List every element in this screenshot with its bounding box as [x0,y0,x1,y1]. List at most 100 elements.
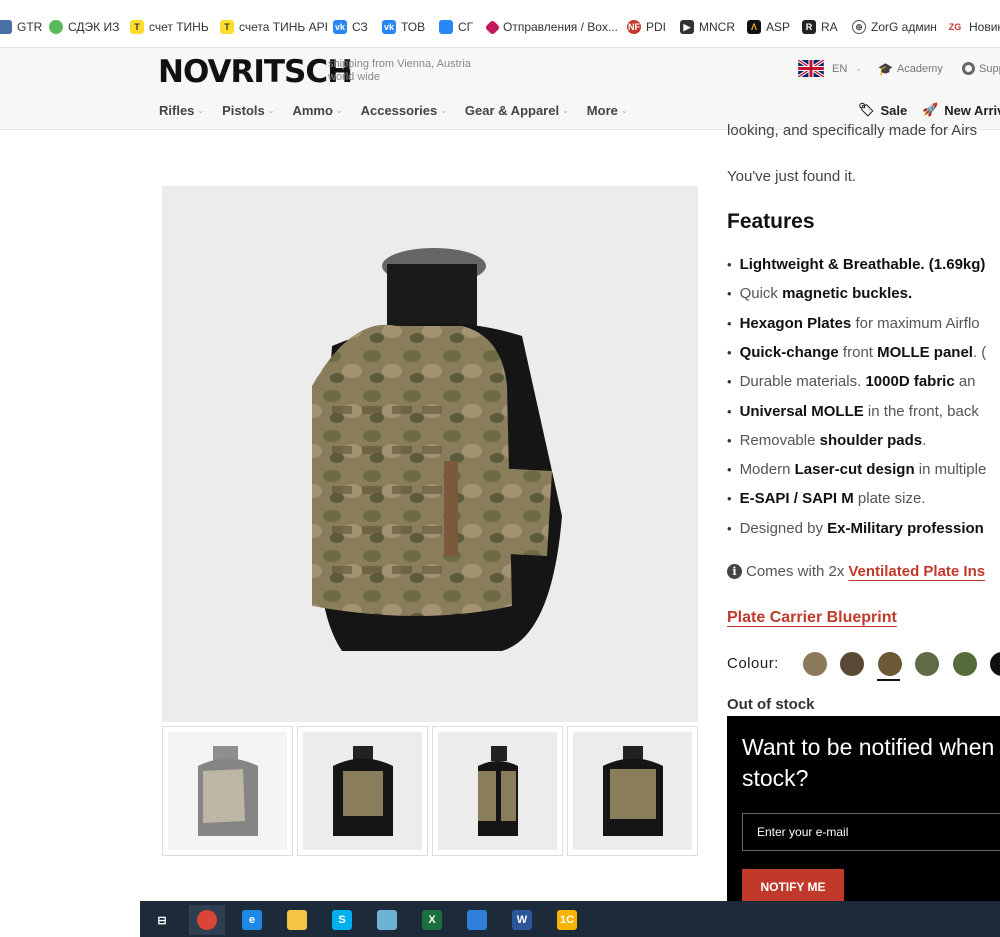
windows-taskbar: ⊟ e S X W 1С [140,901,1000,937]
bookmark-ra[interactable]: R RA [802,18,838,36]
bookmark-boxberry[interactable]: Отправления / Box... [484,18,618,36]
colour-swatch[interactable] [952,652,977,676]
ra-icon: R [802,20,816,34]
product-thumbnail[interactable] [162,726,293,856]
taskbar-button[interactable]: e [234,905,270,935]
feature-item: Quick-change front MOLLE panel. ( [727,344,987,361]
product-thumbnail[interactable] [297,726,428,856]
taskbar-button[interactable]: W [504,905,540,935]
ventilated-plate-inserts-link[interactable]: Ventilated Plate Ins [848,563,985,580]
nav-pistols[interactable]: Pistols ⌄ [222,103,274,118]
tag-icon: 🏷 [858,102,875,117]
chevron-down-icon: ⌄ [855,64,862,73]
product-thumbnails [162,726,698,856]
feature-item: Removable shoulder pads. [727,432,927,449]
bookmark-zorg[interactable]: ⊕ ZorG админ [852,18,937,36]
vk-icon: vk [382,20,396,34]
taskbar-button[interactable] [279,905,315,935]
graduation-cap-icon: 🎓 [878,62,893,76]
bookmark-tinkoff[interactable]: Tсчет ТИНЬ [130,18,209,36]
taskbar-button[interactable]: X [414,905,450,935]
edge-icon: e [242,910,262,930]
file-explorer-icon [287,910,307,930]
site-logo[interactable]: NOVRITSCH [158,54,353,90]
product-intro-text: looking, and specifically made for Airs [727,122,978,139]
gtr-icon [0,20,12,34]
product-main-image[interactable] [162,186,698,722]
taskbar-button[interactable] [459,905,495,935]
support-link[interactable]: Supp [962,62,1000,75]
colour-swatch[interactable] [840,652,865,676]
notify-me-panel: Want to be notified when stock? NOTIFY M… [727,716,1000,901]
feature-item: Lightweight & Breathable. (1.69kg) [727,256,986,273]
tinkoff-icon: T [130,20,144,34]
chat-icon [439,20,453,34]
feature-item: Universal MOLLE in the front, back [727,403,979,420]
bookmark-sg[interactable]: СГ [439,18,473,36]
chevron-down-icon: ⌄ [440,106,447,115]
plate-carrier-straight-thumbnail [332,746,393,836]
colour-swatch[interactable] [877,652,902,676]
box-icon [484,19,501,35]
academy-link[interactable]: 🎓 Academy [878,62,943,76]
nav-new-arrivals[interactable]: 🚀 New Arriv [922,102,1000,118]
colour-swatch[interactable] [915,652,940,676]
product-intro-found: You've just found it. [727,168,857,185]
taskbar-button[interactable] [369,905,405,935]
bookmark-gtr[interactable]: GTR [0,18,42,36]
chevron-down-icon: ⌄ [335,106,343,115]
stock-status: Out of stock [727,696,815,713]
product-thumbnail[interactable] [432,726,563,856]
nav-more[interactable]: More ⌄ [587,103,628,118]
colour-label: Colour: [727,655,779,672]
plate-carrier-blueprint-link[interactable]: Plate Carrier Blueprint [727,609,897,627]
bookmark-asp[interactable]: Λ ASP [747,18,790,36]
main-navigation: Rifles ⌄ Pistols ⌄ Ammo ⌄ Accessories ⌄ Gear… [159,103,646,118]
bookmark-sz[interactable]: vk СЗ [333,18,368,36]
vk-icon: vk [333,20,347,34]
colour-swatch[interactable] [803,652,827,676]
product-thumbnail[interactable] [567,726,698,856]
chevron-down-icon: ⌄ [620,106,628,115]
selected-colour-indicator [877,679,900,681]
colour-swatch[interactable] [990,652,1000,676]
1c-icon: 1С [557,910,577,930]
bookmark-tov[interactable]: vk ТОВ [382,18,425,36]
plate-carrier-side-thumbnail [477,746,518,836]
taskbar-button[interactable] [189,905,225,935]
nav-gear-apparel[interactable]: Gear & Apparel ⌄ [465,103,569,118]
bookmark-zg[interactable]: ZGНовин [946,18,1000,36]
taskbar-button[interactable]: S [324,905,360,935]
shipping-tagline: shipping from Vienna, Austria world wide [328,58,471,83]
tinkoff-icon: T [220,20,234,34]
notify-title: Want to be notified when stock? [742,734,995,791]
chevron-down-icon: ⌄ [197,106,205,115]
notes-icon [377,910,397,930]
chevron-down-icon: ⌄ [267,106,275,115]
plate-carrier-back-thumbnail [602,746,663,836]
task-view-icon: ⊟ [157,914,167,927]
email-field[interactable] [742,813,1000,851]
taskbar-button[interactable]: 1С [549,905,585,935]
nav-accessories[interactable]: Accessories ⌄ [361,103,447,118]
uk-flag-icon [798,60,824,77]
rocket-icon: 🚀 [922,102,939,117]
nav-ammo[interactable]: Ammo ⌄ [292,103,342,118]
skype-icon: S [332,910,352,930]
taskbar-button[interactable]: ⊟ [144,905,180,935]
plate-carrier-front-thumbnail [197,746,258,836]
bookmark-tinkoff-api[interactable]: Tсчета ТИНЬ API [220,18,328,36]
chrome-icon [197,910,217,930]
bookmark-pdi[interactable]: NF PDI [627,18,666,36]
bookmark-mncr[interactable]: ▶ MNCR [680,18,735,36]
notify-me-button[interactable]: NOTIFY ME [742,869,844,901]
bookmark-cdek[interactable]: СДЭК ИЗ [49,18,119,36]
nav-sale[interactable]: 🏷 Sale [858,102,907,118]
feature-item: Modern Laser-cut design in multiple [727,461,987,478]
files-icon [467,910,487,930]
feature-item: Quick magnetic buckles. [727,285,913,302]
zg-icon: ZG [946,20,964,34]
language-selector[interactable]: EN ⌄ [798,60,862,77]
chevron-down-icon: ⌄ [562,106,569,115]
nav-rifles[interactable]: Rifles ⌄ [159,103,204,118]
